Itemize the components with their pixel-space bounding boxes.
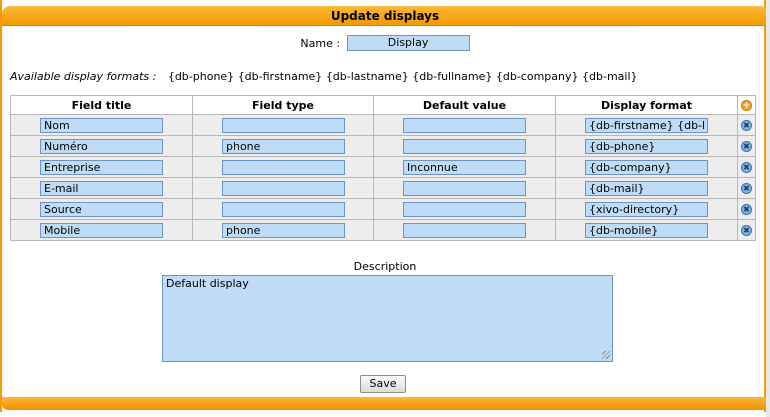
table-row: Source {xivo-directory} ✖	[10, 198, 756, 220]
table-row: Nom {db-firstname} {db-l ✖	[10, 114, 756, 136]
table-row: Entreprise Inconnue {db-company} ✖	[10, 156, 756, 178]
format-item: {db-lastname}	[325, 70, 409, 83]
remove-icon[interactable]: ✖	[741, 120, 752, 131]
header-display-format: Display format	[555, 95, 738, 115]
remove-icon[interactable]: ✖	[741, 141, 752, 152]
field-type-input[interactable]	[222, 159, 345, 175]
header-field-type: Field type	[192, 95, 374, 115]
display-format-input[interactable]: {xivo-directory}	[585, 201, 708, 217]
display-format-input[interactable]: {db-phone}	[585, 138, 708, 154]
resize-grip-icon[interactable]	[602, 351, 610, 359]
table-row: Numéro phone {db-phone} ✖	[10, 135, 756, 157]
display-format-input[interactable]: {db-mobile}	[585, 222, 708, 238]
window-edge	[766, 0, 770, 417]
name-label: Name :	[300, 36, 341, 50]
field-type-input[interactable]: phone	[222, 138, 345, 154]
panel-header: Update displays	[2, 6, 768, 26]
field-title-input[interactable]: Source	[40, 201, 163, 217]
field-title-input[interactable]: Numéro	[40, 138, 163, 154]
field-title-input[interactable]: E-mail	[40, 180, 163, 196]
display-format-input[interactable]: {db-firstname} {db-l	[585, 117, 708, 133]
header-default-value: Default value	[373, 95, 556, 115]
remove-icon[interactable]: ✖	[741, 204, 752, 215]
panel-footer	[2, 397, 768, 410]
field-title-input[interactable]: Mobile	[40, 222, 163, 238]
name-input[interactable]: Display	[346, 35, 470, 51]
add-row-button[interactable]: +	[737, 95, 756, 115]
description-text: Default display	[166, 277, 249, 290]
table-row: Mobile phone {db-mobile} ✖	[10, 219, 756, 241]
default-value-input[interactable]: Inconnue	[403, 159, 526, 175]
format-item: {db-company}	[495, 70, 579, 83]
table-row: E-mail {db-mail} ✖	[10, 177, 756, 199]
format-item: {db-mail}	[582, 70, 638, 83]
table-header-row: Field title Field type Default value Dis…	[10, 95, 756, 115]
formats-label: Available display formats :	[10, 70, 157, 83]
default-value-input[interactable]	[403, 138, 526, 154]
default-value-input[interactable]	[403, 117, 526, 133]
default-value-input[interactable]	[403, 180, 526, 196]
display-format-input[interactable]: {db-mail}	[585, 180, 708, 196]
available-formats: Available display formats : {db-phone} {…	[10, 70, 638, 83]
field-type-input[interactable]: phone	[222, 222, 345, 238]
format-item: {db-fullname}	[412, 70, 493, 83]
default-value-input[interactable]	[403, 201, 526, 217]
field-type-input[interactable]	[222, 117, 345, 133]
save-button[interactable]: Save	[360, 375, 406, 393]
plus-icon[interactable]: +	[741, 100, 752, 111]
header-field-title: Field title	[10, 95, 193, 115]
field-title-input[interactable]: Entreprise	[40, 159, 163, 175]
display-fields-table: Field title Field type Default value Dis…	[10, 95, 756, 241]
default-value-input[interactable]	[403, 222, 526, 238]
remove-icon[interactable]: ✖	[741, 162, 752, 173]
page-title: Update displays	[330, 9, 440, 23]
description-textarea[interactable]: Default display	[162, 275, 613, 362]
update-displays-panel: Update displays Name : Display Available…	[0, 0, 768, 412]
description-label: Description	[353, 260, 417, 273]
format-item: {db-phone}	[167, 70, 235, 83]
field-type-input[interactable]	[222, 180, 345, 196]
name-row: Name : Display	[2, 35, 768, 53]
display-format-input[interactable]: {db-company}	[585, 159, 708, 175]
remove-icon[interactable]: ✖	[741, 183, 752, 194]
format-item: {db-firstname}	[237, 70, 323, 83]
field-type-input[interactable]	[222, 201, 345, 217]
remove-icon[interactable]: ✖	[741, 225, 752, 236]
field-title-input[interactable]: Nom	[40, 117, 163, 133]
